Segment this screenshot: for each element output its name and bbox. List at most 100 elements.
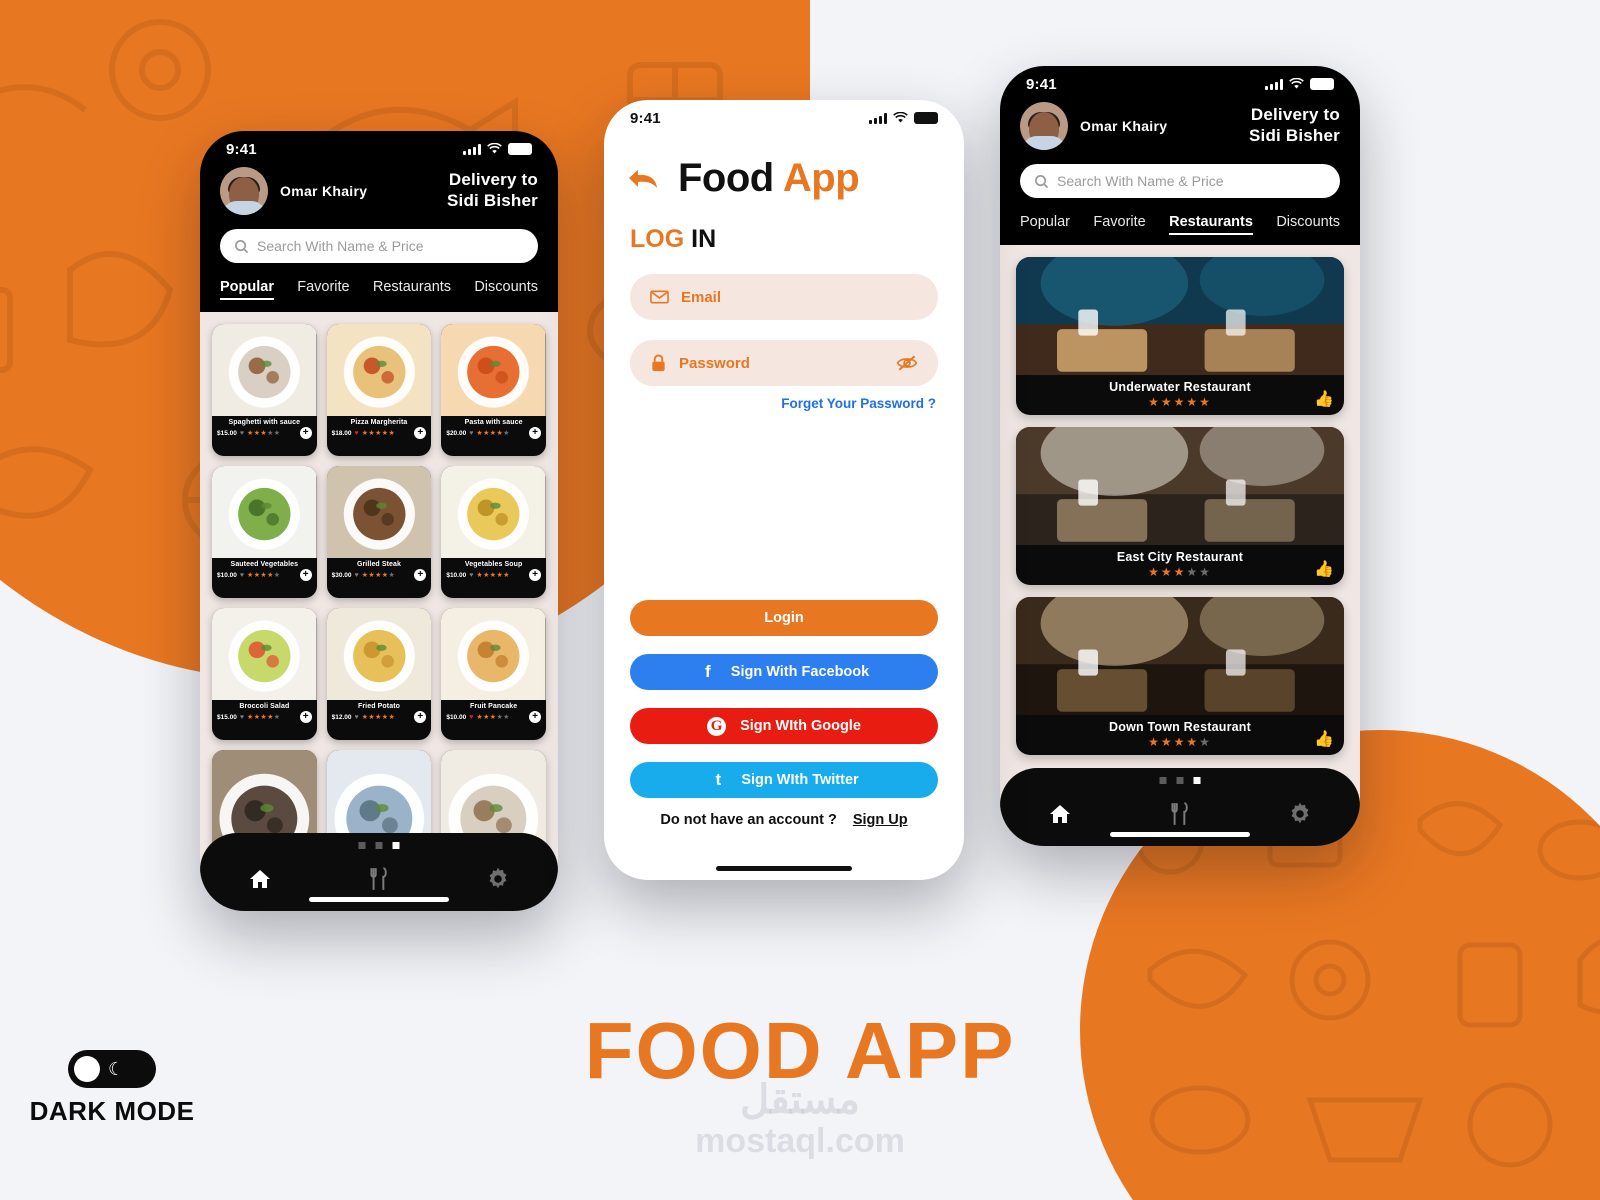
home-icon[interactable] — [1047, 802, 1073, 826]
add-to-cart-button[interactable]: + — [528, 711, 541, 723]
food-price: $10.00 — [446, 571, 467, 579]
add-to-cart-button[interactable]: + — [299, 569, 312, 581]
fork-knife-icon[interactable] — [366, 866, 392, 892]
category-tabs-restaurants: Popular Favorite Restaurants Discounts — [1000, 198, 1360, 235]
rating-stars: ★★★★★ — [476, 714, 510, 721]
add-to-cart-button[interactable]: + — [528, 569, 541, 581]
food-card[interactable]: Fried Potato $12.00 ♥ ★★★★★ + — [326, 608, 432, 740]
dark-mode-toggle[interactable]: ☾ — [68, 1050, 156, 1088]
gear-icon[interactable] — [485, 866, 511, 892]
restaurant-card[interactable]: Underwater Restaurant ★★★★★ 👍 — [1016, 257, 1344, 415]
food-card[interactable]: Vegetables Soup $10.00 ♥ ★★★★★ + — [441, 466, 546, 598]
delivery-location[interactable]: Delivery to Sidi Bisher — [447, 170, 538, 211]
user-avatar[interactable] — [220, 167, 268, 215]
page-dots-restaurants — [1159, 777, 1201, 784]
eye-off-icon[interactable] — [896, 354, 918, 372]
food-meta: $15.00 ♥ ★★★★★ + — [212, 711, 317, 727]
tab-popular[interactable]: Popular — [220, 279, 274, 300]
rating-stars: ★★★★★ — [476, 572, 510, 579]
home-icon[interactable] — [247, 867, 273, 891]
status-bar-home: 9:41 — [200, 131, 558, 161]
add-to-cart-button[interactable]: + — [299, 427, 312, 439]
food-image — [212, 466, 317, 565]
forgot-password-link[interactable]: Forget Your Password ? — [604, 386, 964, 411]
food-card[interactable]: Spaghetti with sauce $15.00 ♥ ★★★★★ + — [212, 324, 317, 456]
user-chip-home[interactable]: Omar Khairy — [220, 167, 367, 215]
search-placeholder: Search With Name & Price — [1057, 173, 1224, 189]
food-name: Pasta with sauce — [464, 419, 523, 426]
tab-favorite[interactable]: Favorite — [1093, 214, 1145, 235]
status-time: 9:41 — [630, 109, 661, 127]
envelope-icon — [650, 290, 669, 304]
search-icon — [1035, 174, 1049, 188]
sign-with-facebook-button[interactable]: f Sign With Facebook — [630, 654, 938, 690]
favorite-icon[interactable]: ♥ — [355, 430, 359, 437]
favorite-icon[interactable]: ♥ — [240, 430, 244, 437]
restaurant-card[interactable]: Down Town Restaurant ★★★★★ 👍 — [1016, 597, 1344, 755]
sign-up-link[interactable]: Sign Up — [853, 812, 908, 828]
add-to-cart-button[interactable]: + — [414, 569, 427, 581]
tab-restaurants[interactable]: Restaurants — [373, 279, 451, 300]
food-card[interactable]: Pizza Margherita $18.00 ♥ ★★★★★ + — [326, 324, 432, 456]
login-brand-row: Food App — [604, 130, 964, 201]
screenshot-canvas: 9:41 Omar Khairy Delivery to Sidi Bisher… — [0, 0, 1600, 1200]
favorite-icon[interactable]: ♥ — [355, 714, 359, 721]
sign-with-twitter-button[interactable]: t Sign WIth Twitter — [630, 762, 938, 798]
password-field[interactable]: Password — [630, 340, 938, 386]
back-arrow-icon[interactable] — [626, 165, 660, 193]
food-image — [212, 608, 317, 707]
food-image — [441, 608, 546, 707]
moon-icon: ☾ — [108, 1059, 125, 1079]
food-grid: Spaghetti with sauce $15.00 ♥ ★★★★★ + Pizza M… — [200, 312, 558, 911]
thumbs-up-icon[interactable]: 👍 — [1314, 389, 1334, 409]
tab-popular[interactable]: Popular — [1020, 214, 1070, 235]
home-indicator — [716, 866, 852, 871]
food-name: Fried Potato — [357, 703, 401, 710]
tab-discounts[interactable]: Discounts — [1276, 214, 1340, 235]
thumbs-up-icon[interactable]: 👍 — [1314, 559, 1334, 579]
bottom-nav-home — [200, 833, 558, 911]
search-input-home[interactable]: Search With Name & Price — [220, 229, 538, 263]
add-to-cart-button[interactable]: + — [414, 711, 427, 723]
food-card[interactable]: Sauteed Vegetables $10.00 ♥ ★★★★★ + — [212, 466, 317, 598]
food-card[interactable]: Fruit Pancake $10.00 ♥ ★★★★★ + — [441, 608, 546, 740]
button-label: Login — [764, 610, 804, 626]
fork-knife-icon[interactable] — [1167, 801, 1193, 827]
thumbs-up-icon[interactable]: 👍 — [1314, 729, 1334, 749]
google-icon: G — [707, 716, 727, 736]
add-to-cart-button[interactable]: + — [299, 711, 312, 723]
search-input-restaurants[interactable]: Search With Name & Price — [1020, 164, 1340, 198]
add-to-cart-button[interactable]: + — [414, 427, 427, 439]
food-image — [441, 466, 546, 565]
twitter-icon: t — [715, 770, 722, 789]
favorite-icon[interactable]: ♥ — [469, 572, 473, 579]
status-bar-restaurants: 9:41 — [1000, 66, 1360, 96]
favorite-icon[interactable]: ♥ — [469, 714, 473, 721]
tab-discounts[interactable]: Discounts — [474, 279, 538, 300]
login-button[interactable]: Login — [630, 600, 938, 636]
gear-icon[interactable] — [1287, 801, 1313, 827]
favorite-icon[interactable]: ♥ — [355, 572, 359, 579]
food-meta: $10.00 ♥ ★★★★★ + — [441, 711, 546, 727]
signup-row: Do not have an account ? Sign Up — [604, 812, 964, 828]
favorite-icon[interactable]: ♥ — [240, 714, 244, 721]
email-field[interactable]: Email — [630, 274, 938, 320]
restaurant-card[interactable]: East City Restaurant ★★★★★ 👍 — [1016, 427, 1344, 585]
food-card[interactable]: Broccoli Salad $15.00 ♥ ★★★★★ + — [212, 608, 317, 740]
phone-login-screen: 9:41 Food App LOG IN Email Password Forg… — [604, 100, 964, 880]
sign-with-google-button[interactable]: G Sign WIth Google — [630, 708, 938, 744]
food-image — [212, 324, 317, 423]
user-chip-restaurants[interactable]: Omar Khairy — [1020, 102, 1167, 150]
user-avatar[interactable] — [1020, 102, 1068, 150]
favorite-icon[interactable]: ♥ — [240, 572, 244, 579]
add-to-cart-button[interactable]: + — [528, 427, 541, 439]
food-meta: $10.00 ♥ ★★★★★ + — [212, 569, 317, 585]
favorite-icon[interactable]: ♥ — [469, 430, 473, 437]
food-card[interactable]: Grilled Steak $30.00 ♥ ★★★★★ + — [326, 466, 432, 598]
food-meta: $18.00 ♥ ★★★★★ + — [327, 427, 432, 443]
delivery-location[interactable]: Delivery to Sidi Bisher — [1249, 105, 1340, 146]
food-card[interactable]: Pasta with sauce $20.00 ♥ ★★★★★ + — [441, 324, 546, 456]
tab-restaurants[interactable]: Restaurants — [1169, 214, 1253, 235]
signal-bars-icon — [869, 112, 887, 124]
tab-favorite[interactable]: Favorite — [297, 279, 349, 300]
